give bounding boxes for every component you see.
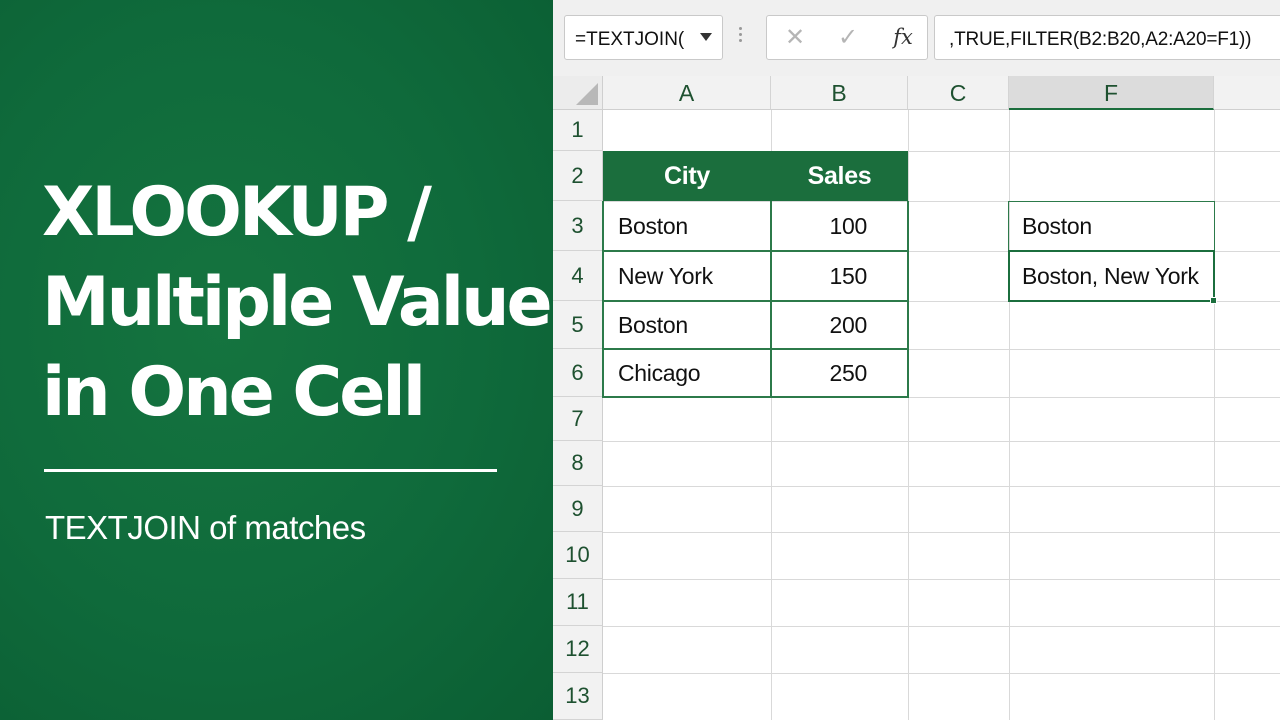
row-header-1[interactable]: 1 (553, 110, 603, 151)
worksheet-grid: A B C F 1 2 3 4 5 6 7 8 9 10 11 12 13 Ci… (553, 76, 1280, 720)
table-header-sales[interactable]: Sales (771, 151, 908, 201)
column-header-blank[interactable] (1214, 76, 1280, 110)
cell-a5[interactable]: Boston (603, 301, 771, 349)
banner-subtitle: TEXTJOIN of matches (45, 509, 366, 546)
fill-handle[interactable] (1210, 297, 1217, 304)
banner-divider (44, 469, 497, 472)
banner-title-line-1: XLOOKUP / (42, 173, 432, 252)
title-banner: XLOOKUP / Multiple Values / in One Cell … (0, 0, 633, 720)
name-box-text: =TEXTJOIN( (575, 29, 685, 50)
formula-input[interactable]: ,TRUE,FILTER(B2:B20,A2:A20=F1)) (934, 15, 1280, 60)
cell-a4[interactable]: New York (603, 251, 771, 301)
cancel-icon[interactable]: ✕ (780, 23, 810, 53)
row-header-5[interactable]: 5 (553, 301, 603, 349)
row-header-7[interactable]: 7 (553, 397, 603, 441)
cell-a6[interactable]: Chicago (603, 349, 771, 397)
chevron-down-icon[interactable] (700, 33, 712, 41)
row-header-11[interactable]: 11 (553, 579, 603, 626)
cell-b6[interactable]: 250 (771, 349, 908, 397)
formula-bar: =TEXTJOIN( ✕ ✓ fx ,TRUE,FILTER(B2:B20,A2… (553, 0, 1280, 76)
formula-actions: ✕ ✓ fx (766, 15, 928, 60)
row-header-3[interactable]: 3 (553, 201, 603, 251)
vertical-dots-icon[interactable] (739, 27, 742, 47)
row-header-9[interactable]: 9 (553, 486, 603, 532)
row-header-2[interactable]: 2 (553, 151, 603, 201)
cell-f3[interactable]: Boston (1009, 201, 1214, 251)
banner-title-line-2: Multiple Values / (42, 263, 633, 342)
column-header-b[interactable]: B (771, 76, 908, 110)
row-header-12[interactable]: 12 (553, 626, 603, 673)
name-box[interactable]: =TEXTJOIN( (564, 15, 723, 60)
cell-b5[interactable]: 200 (771, 301, 908, 349)
row-header-10[interactable]: 10 (553, 532, 603, 579)
banner-title-line-3: in One Cell (42, 353, 426, 432)
row-header-6[interactable]: 6 (553, 349, 603, 397)
insert-function-icon[interactable]: fx (887, 25, 919, 53)
row-header-13[interactable]: 13 (553, 673, 603, 720)
column-header-f[interactable]: F (1009, 76, 1214, 110)
column-header-a[interactable]: A (603, 76, 771, 110)
row-header-4[interactable]: 4 (553, 251, 603, 301)
cell-b3[interactable]: 100 (771, 201, 908, 251)
row-header-8[interactable]: 8 (553, 441, 603, 486)
confirm-icon[interactable]: ✓ (833, 23, 863, 53)
cell-f4[interactable]: Boston, New York (1009, 251, 1214, 301)
select-all-corner[interactable] (553, 76, 603, 110)
cell-b4[interactable]: 150 (771, 251, 908, 301)
cell-a3[interactable]: Boston (603, 201, 771, 251)
table-header-city[interactable]: City (603, 151, 771, 201)
column-header-c[interactable]: C (908, 76, 1009, 110)
spreadsheet-panel: =TEXTJOIN( ✕ ✓ fx ,TRUE,FILTER(B2:B20,A2… (553, 0, 1280, 720)
formula-text: ,TRUE,FILTER(B2:B20,A2:A20=F1)) (949, 29, 1252, 50)
